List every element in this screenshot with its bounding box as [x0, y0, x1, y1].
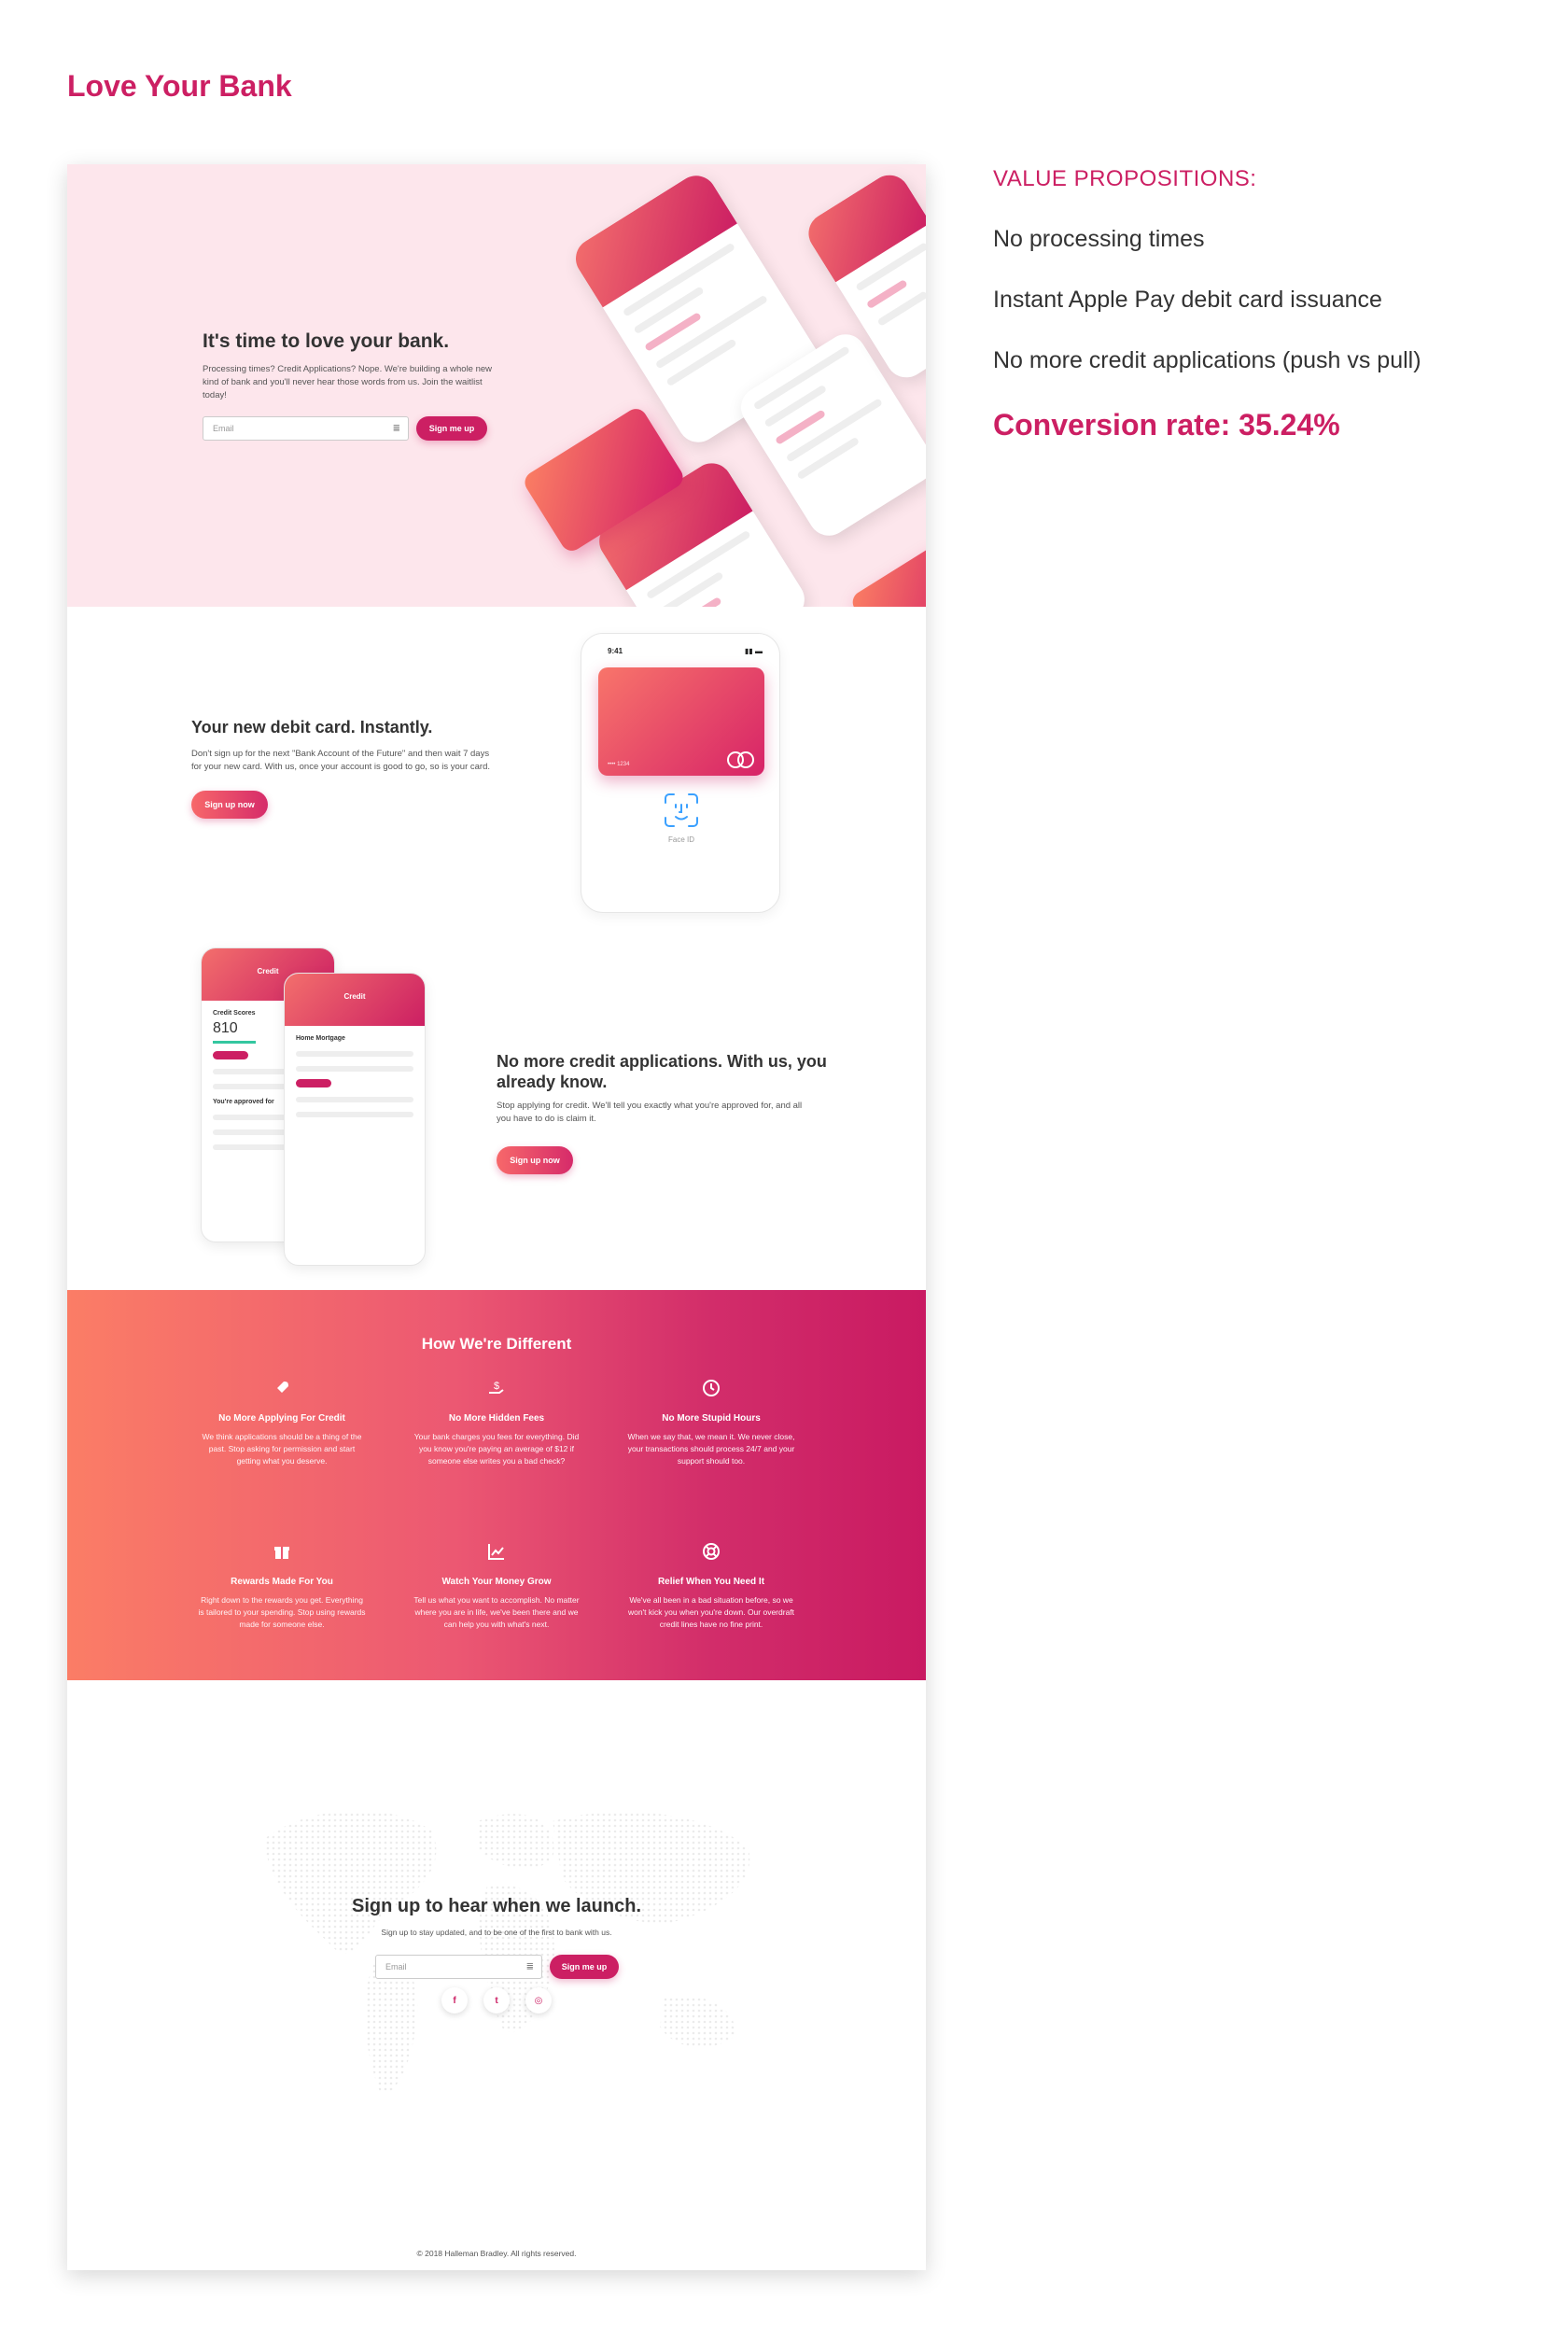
feature-item: Rewards Made For You Right down to the r… — [198, 1542, 366, 1631]
face-id-icon — [665, 793, 698, 827]
feature-text: Tell us what you want to accomplish. No … — [413, 1595, 580, 1629]
email-placeholder: Email — [213, 424, 234, 433]
value-proposition-item: Instant Apple Pay debit card issuance — [993, 287, 1382, 313]
feature-item: No More Applying For Credit We think app… — [198, 1379, 366, 1467]
svg-text:$: $ — [494, 1381, 499, 1392]
value-proposition-item: No more credit applications (push vs pul… — [993, 347, 1421, 373]
feature-item: Relief When You Need It We've all been i… — [627, 1542, 795, 1631]
footer-copyright: © 2018 Halleman Bradley. All rights rese… — [416, 2249, 577, 2258]
launch-subtitle: Sign up to stay updated, and to be one o… — [381, 1928, 612, 1937]
twitter-icon[interactable]: t — [483, 1987, 510, 2013]
feature-title: No More Stupid Hours — [662, 1413, 761, 1424]
offer-title: Home Mortgage — [296, 1035, 345, 1042]
launch-email-input[interactable]: Email ≣ — [375, 1955, 542, 1979]
debit-signup-button[interactable]: Sign up now — [191, 791, 268, 819]
hero-signup-button[interactable]: Sign me up — [416, 416, 487, 441]
feature-item: No More Stupid Hours When we say that, w… — [627, 1379, 795, 1467]
instagram-icon[interactable]: ◎ — [525, 1987, 552, 2013]
feature-title: Rewards Made For You — [231, 1577, 333, 1587]
debit-section-title: Your new debit card. Instantly. — [191, 718, 433, 737]
feature-text: Right down to the rewards you get. Every… — [198, 1595, 366, 1629]
feature-title: Watch Your Money Grow — [441, 1577, 552, 1587]
launch-title: Sign up to hear when we launch. — [351, 1896, 642, 1916]
feature-text: Your bank charges you fees for everythin… — [413, 1432, 580, 1466]
feature-text: When we say that, we mean it. We never c… — [627, 1432, 795, 1466]
card-digits: •••• 1234 — [608, 762, 630, 767]
feature-title: No More Hidden Fees — [448, 1413, 545, 1424]
debit-card: •••• 1234 — [598, 667, 764, 776]
different-title: How We're Different — [421, 1335, 572, 1353]
feature-title: Relief When You Need It — [657, 1577, 765, 1587]
credit-section-title: No more credit applications. With us, yo… — [497, 1052, 827, 1091]
list-icon: ≣ — [392, 423, 400, 434]
rocket-icon — [276, 1382, 288, 1394]
document-title: Love Your Bank — [67, 69, 292, 103]
facebook-icon[interactable]: f — [441, 1987, 468, 2013]
credit-section-text: Stop applying for credit. We'll tell you… — [497, 1101, 803, 1124]
hero-title: It's time to love your bank. — [203, 330, 450, 352]
value-proposition-item: No processing times — [993, 226, 1205, 252]
phone-time: 9:41 — [608, 647, 623, 655]
credit-signup-button[interactable]: Sign up now — [497, 1146, 573, 1174]
hero-text: Processing times? Credit Applications? N… — [203, 364, 493, 400]
clock-icon — [703, 1380, 720, 1396]
face-id-label: Face ID — [667, 835, 694, 844]
feature-title: No More Applying For Credit — [218, 1413, 345, 1424]
hero-section: It's time to love your bank. Processing … — [67, 164, 926, 607]
value-propositions-heading: VALUE PROPOSITIONS: — [993, 166, 1257, 191]
chart-up-icon — [488, 1544, 504, 1560]
dollar-hand-icon: $ — [489, 1381, 504, 1394]
feature-item: $ No More Hidden Fees Your bank charges … — [413, 1379, 581, 1467]
hero-email-input[interactable]: Email ≣ — [203, 416, 409, 441]
list-icon: ≣ — [525, 1961, 534, 1972]
launch-signup-button[interactable]: Sign me up — [550, 1955, 619, 1979]
credit-header: Credit — [285, 974, 425, 1026]
conversion-rate: Conversion rate: 35.24% — [993, 408, 1340, 442]
world-map-illustration — [263, 1810, 750, 2094]
phone-mockup-credit-offer: Credit Home Mortgage — [284, 973, 426, 1266]
feature-text: We think applications should be a thing … — [202, 1432, 362, 1466]
how-were-different-section: How We're Different No More Applying For… — [67, 1290, 926, 1680]
debit-section-text: Don't sign up for the next "Bank Account… — [191, 749, 490, 772]
feature-item: Watch Your Money Grow Tell us what you w… — [413, 1542, 581, 1631]
email-placeholder: Email — [385, 1962, 407, 1971]
signal-battery-icon: ▮▮ ▬ — [744, 647, 763, 655]
lifebuoy-icon — [703, 1543, 720, 1560]
debit-card-illustration — [848, 543, 926, 607]
gift-icon — [274, 1547, 289, 1559]
mastercard-logo-icon — [727, 751, 755, 768]
feature-text: We've all been in a bad situation before… — [627, 1595, 795, 1629]
notes-panel: VALUE PROPOSITIONS: No processing times … — [993, 166, 1516, 442]
landing-page-mockup: It's time to love your bank. Processing … — [67, 164, 926, 2270]
app-screens-illustration — [520, 164, 926, 607]
phone-mockup-debit: 9:41 ▮▮ ▬ •••• 1234 Face ID — [581, 633, 780, 913]
